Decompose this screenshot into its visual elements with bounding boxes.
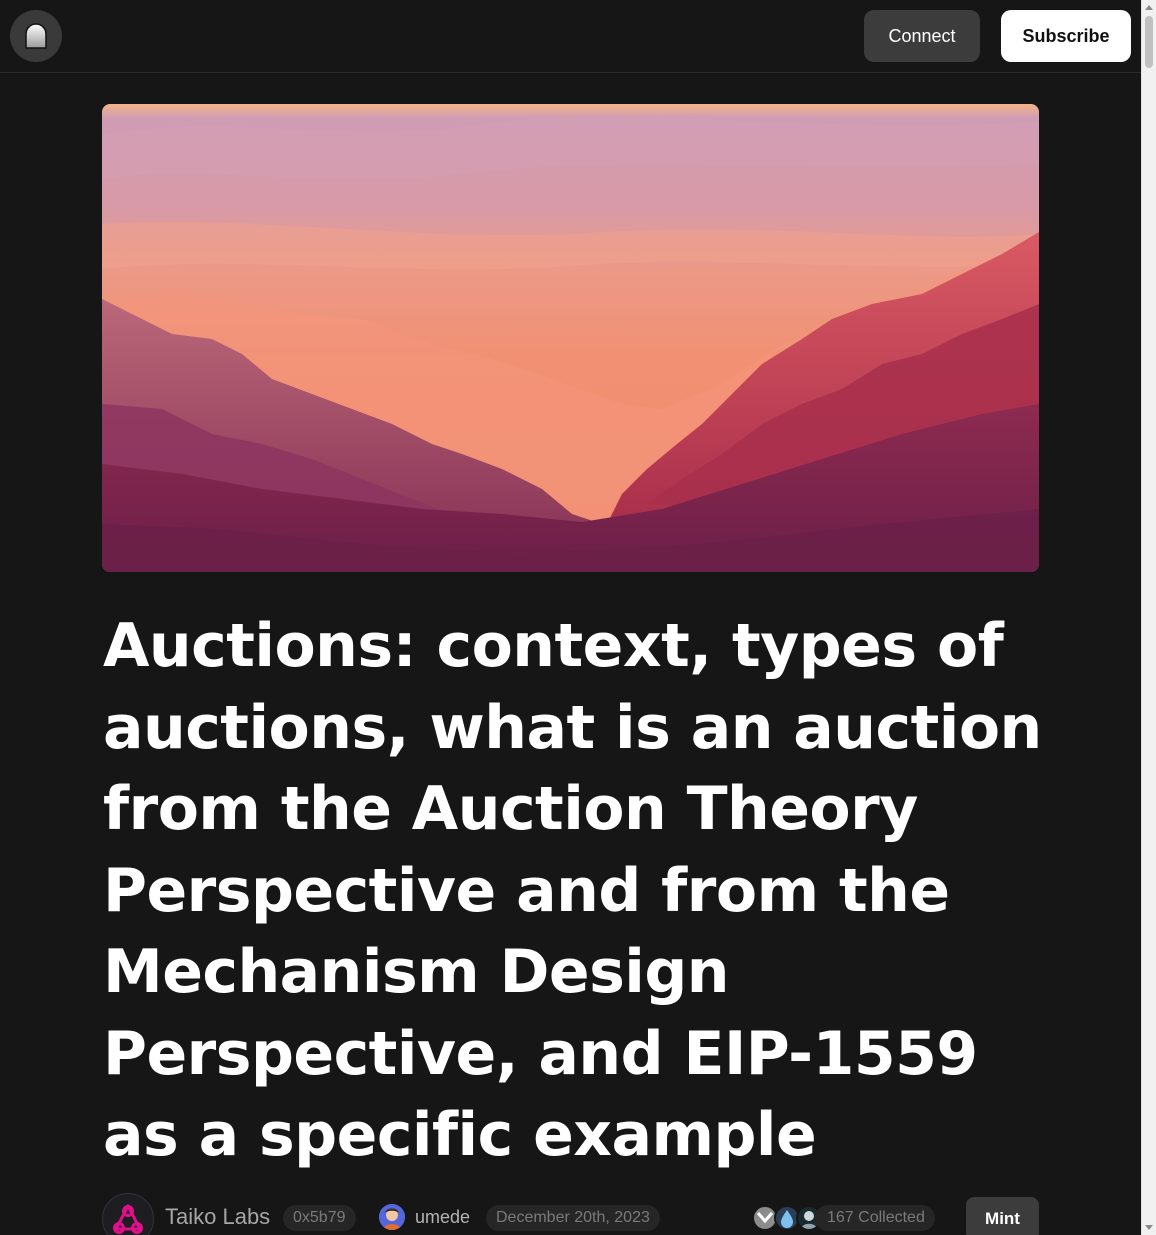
collected-count-badge[interactable]: 167 Collected bbox=[815, 1205, 935, 1231]
scroll-up-arrow-icon[interactable] bbox=[1145, 5, 1153, 10]
top-navigation-bar: Connect Subscribe bbox=[0, 0, 1141, 73]
arch-icon bbox=[25, 23, 47, 49]
cover-image bbox=[102, 104, 1039, 572]
mountain-sunset-illustration bbox=[102, 104, 1039, 572]
mint-button[interactable]: Mint bbox=[966, 1197, 1039, 1235]
article-title: Auctions: context, types of auctions, wh… bbox=[103, 611, 1042, 1170]
collector-avatar-image bbox=[781, 1210, 793, 1228]
author-name[interactable]: umede bbox=[415, 1207, 470, 1228]
taiko-logo-icon bbox=[113, 1204, 143, 1234]
subscribe-button[interactable]: Subscribe bbox=[1001, 10, 1131, 62]
page-scrollbar[interactable] bbox=[1141, 0, 1156, 1235]
author-avatar-image bbox=[379, 1204, 405, 1230]
article-byline: Taiko Labs 0x5b79 umede December 20th, 2… bbox=[102, 1193, 1039, 1235]
mirror-logo-icon[interactable] bbox=[10, 10, 62, 62]
publication-avatar[interactable] bbox=[102, 1193, 154, 1235]
publication-address-badge[interactable]: 0x5b79 bbox=[283, 1205, 356, 1231]
publish-date-badge: December 20th, 2023 bbox=[486, 1205, 660, 1231]
author-avatar-icon[interactable] bbox=[379, 1204, 405, 1230]
scroll-down-arrow-icon[interactable] bbox=[1145, 1225, 1153, 1230]
publication-name[interactable]: Taiko Labs bbox=[165, 1204, 270, 1230]
connect-button[interactable]: Connect bbox=[864, 10, 980, 62]
scroll-thumb[interactable] bbox=[1145, 16, 1153, 68]
collector-avatar-image bbox=[756, 1212, 774, 1224]
